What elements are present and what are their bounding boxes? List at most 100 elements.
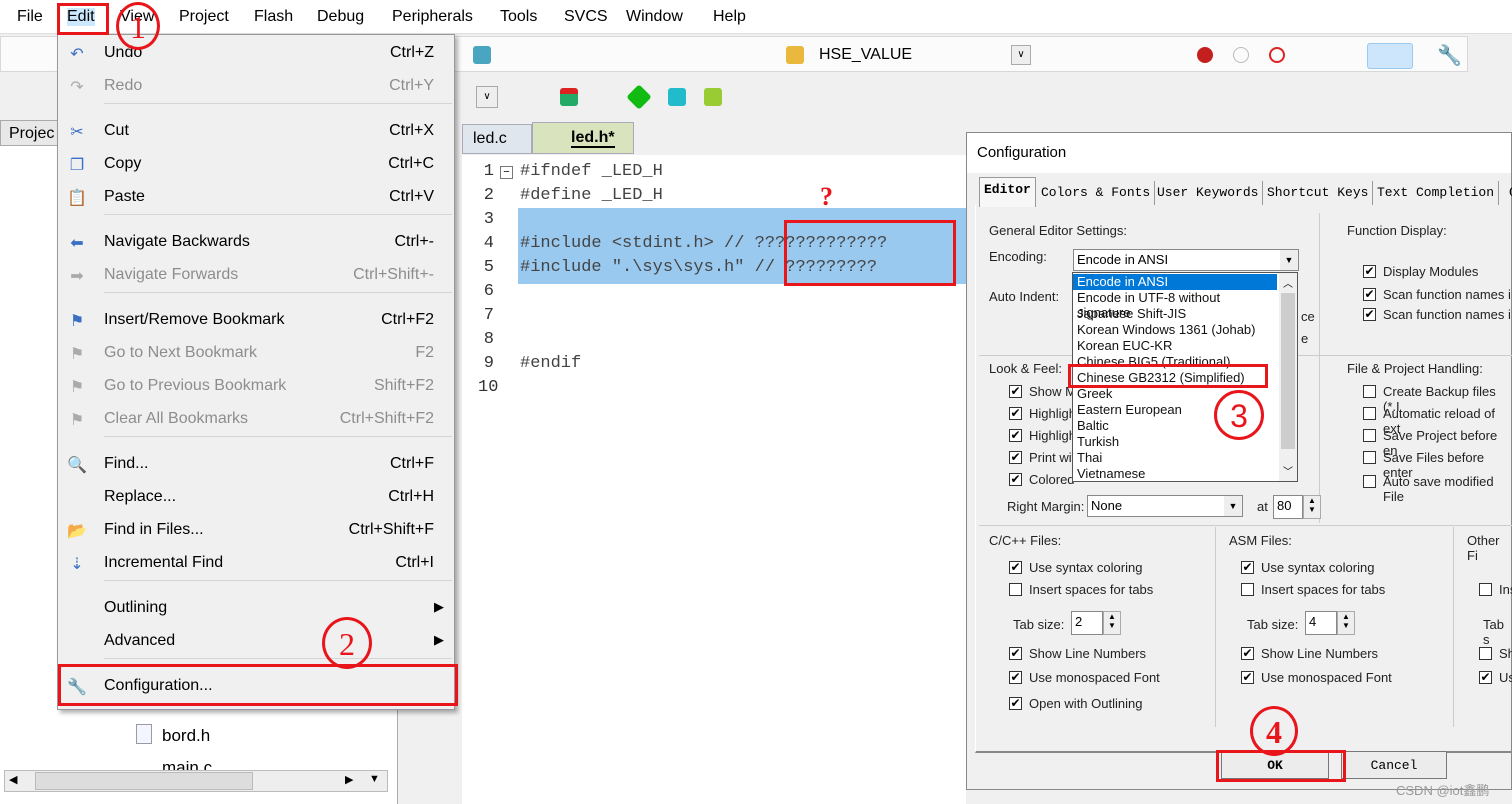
dropdown-scrollbar[interactable]: ︿ ﹀: [1279, 273, 1297, 481]
tab-shortcut-keys[interactable]: Shortcut Keys: [1263, 181, 1374, 205]
menu-item-find[interactable]: 🔍 Find... Ctrl+F: [58, 448, 454, 481]
horizontal-scrollbar[interactable]: ◀ ▶ ▼: [4, 770, 388, 792]
menu-item-insert-remove-bookmark[interactable]: ⚑ Insert/Remove Bookmark Ctrl+F2: [58, 304, 454, 337]
menu-item-navigate-forwards[interactable]: ➡ Navigate Forwards Ctrl+Shift+-: [58, 259, 454, 292]
checkbox[interactable]: ✔: [1479, 671, 1492, 684]
checkbox[interactable]: [1241, 583, 1254, 596]
scroll-right-icon[interactable]: ▶: [345, 773, 353, 786]
checkbox[interactable]: ✔: [1241, 561, 1254, 574]
tab-editor[interactable]: Editor: [979, 177, 1036, 207]
menu-item-outlining[interactable]: Outlining ▶: [58, 592, 454, 625]
menu-item-clear-all-bookmarks[interactable]: ⚑ Clear All Bookmarks Ctrl+Shift+F2: [58, 403, 454, 436]
checkbox[interactable]: [1479, 583, 1492, 596]
checkbox[interactable]: [1009, 583, 1022, 596]
cancel-button[interactable]: Cancel: [1341, 751, 1447, 779]
code-line[interactable]: #endif: [520, 354, 581, 373]
window-layout-icon[interactable]: [1367, 43, 1413, 69]
margin-spinner[interactable]: ▲ ▼: [1303, 495, 1321, 519]
menu-help[interactable]: Help: [713, 8, 746, 26]
checkbox[interactable]: ✔: [1009, 451, 1022, 464]
checkbox[interactable]: ✔: [1009, 647, 1022, 660]
chevron-down-icon[interactable]: ﹀: [1283, 463, 1293, 478]
select-packs-icon[interactable]: [668, 88, 686, 106]
right-margin-select[interactable]: None ▼: [1087, 495, 1243, 517]
encoding-select[interactable]: Encode in ANSI ▼: [1073, 249, 1299, 271]
checkbox[interactable]: ✔: [1241, 647, 1254, 660]
c-tab-spinner[interactable]: ▲ ▼: [1103, 611, 1121, 635]
checkbox[interactable]: ✔: [1009, 473, 1022, 486]
code-line[interactable]: #include <stdint.h> // ?????????????: [520, 234, 887, 253]
find-in-files-icon[interactable]: [786, 46, 804, 64]
checkbox[interactable]: [1363, 385, 1376, 398]
code-line[interactable]: #ifndef _LED_H: [520, 162, 663, 181]
right-margin-column[interactable]: 80: [1273, 495, 1303, 519]
kill-breakpoints-icon[interactable]: [1269, 47, 1285, 63]
checkbox[interactable]: ✔: [1241, 671, 1254, 684]
checkbox[interactable]: ✔: [1363, 308, 1376, 321]
checkbox[interactable]: ✔: [1009, 429, 1022, 442]
menu-debug[interactable]: Debug: [317, 8, 364, 26]
checkbox[interactable]: ✔: [1009, 561, 1022, 574]
menu-item-find-in-files[interactable]: 📂 Find in Files... Ctrl+Shift+F: [58, 514, 454, 547]
asm-tab-size-input[interactable]: 4: [1305, 611, 1337, 635]
checkbox[interactable]: [1479, 647, 1492, 660]
menu-project[interactable]: Project: [179, 8, 229, 26]
breakpoint-icon[interactable]: [1197, 47, 1213, 63]
menu-file[interactable]: File: [17, 8, 43, 26]
breakpoint-disabled-icon[interactable]: [1233, 47, 1249, 63]
menu-item-copy[interactable]: ❐ Copy Ctrl+C: [58, 148, 454, 181]
tab-user-keywords[interactable]: User Keywords: [1153, 181, 1264, 205]
manage-components-icon[interactable]: [560, 88, 578, 106]
tab-colors-fonts[interactable]: Colors & Fonts: [1037, 181, 1156, 205]
tab-led-h[interactable]: led.h*: [532, 122, 634, 154]
wrench-icon[interactable]: 🔧: [1437, 43, 1462, 68]
scroll-down-icon[interactable]: ▼: [369, 773, 380, 785]
scroll-left-icon[interactable]: ◀: [9, 773, 17, 786]
encoding-option[interactable]: Korean Windows 1361 (Johab): [1077, 322, 1277, 338]
menu-window[interactable]: Window: [626, 8, 683, 26]
encoding-option[interactable]: Encode in ANSI: [1073, 274, 1277, 290]
menu-svcs[interactable]: SVCS: [564, 8, 608, 26]
checkbox[interactable]: ✔: [1363, 288, 1376, 301]
checkbox[interactable]: [1363, 407, 1376, 420]
tree-item-bord-h[interactable]: bord.h: [162, 726, 210, 746]
menu-flash[interactable]: Flash: [254, 8, 293, 26]
menu-item-incremental-find[interactable]: ⇣ Incremental Find Ctrl+I: [58, 547, 454, 580]
menu-item-go-to-next-bookmark[interactable]: ⚑ Go to Next Bookmark F2: [58, 337, 454, 370]
scrollbar-thumb[interactable]: [1281, 293, 1295, 449]
menu-item-advanced[interactable]: Advanced ▶: [58, 625, 454, 658]
menu-item-redo[interactable]: ↷ Redo Ctrl+Y: [58, 70, 454, 103]
checkbox[interactable]: [1363, 429, 1376, 442]
menu-item-navigate-backwards[interactable]: ⬅ Navigate Backwards Ctrl+-: [58, 226, 454, 259]
checkbox[interactable]: ✔: [1009, 671, 1022, 684]
checkbox[interactable]: ✔: [1009, 697, 1022, 710]
tab-led-c[interactable]: led.c: [462, 124, 532, 154]
menu-peripherals[interactable]: Peripherals: [392, 8, 473, 26]
asm-tab-spinner[interactable]: ▲ ▼: [1337, 611, 1355, 635]
code-line[interactable]: #include ".\sys\sys.h" // ?????????: [520, 258, 877, 277]
fold-toggle-icon[interactable]: −: [500, 166, 513, 179]
chevron-down-icon[interactable]: ▼: [1224, 496, 1242, 516]
pack-installer-icon[interactable]: [626, 84, 652, 110]
checkbox[interactable]: [1363, 451, 1376, 464]
checkbox[interactable]: ✔: [1363, 265, 1376, 278]
find-combo-dropdown[interactable]: ∨: [1011, 45, 1031, 65]
checkbox[interactable]: ✔: [1009, 407, 1022, 420]
menu-item-cut[interactable]: ✂ Cut Ctrl+X: [58, 115, 454, 148]
c-tab-size-input[interactable]: 2: [1071, 611, 1103, 635]
encoding-option[interactable]: Korean EUC-KR: [1077, 338, 1277, 354]
menu-item-go-to-previous-bookmark[interactable]: ⚑ Go to Previous Bookmark Shift+F2: [58, 370, 454, 403]
checkbox[interactable]: ✔: [1009, 385, 1022, 398]
manage-rte-icon[interactable]: [704, 88, 722, 106]
bookmark-icon[interactable]: [473, 46, 491, 64]
target-dropdown[interactable]: ∨: [476, 86, 498, 108]
menu-item-paste[interactable]: 📋 Paste Ctrl+V: [58, 181, 454, 214]
tab-ot[interactable]: Ot: [1505, 181, 1512, 205]
chevron-up-icon[interactable]: ︿: [1283, 275, 1293, 290]
checkbox[interactable]: [1363, 475, 1376, 488]
menu-tools[interactable]: Tools: [500, 8, 537, 26]
project-tab[interactable]: Projec: [0, 120, 60, 146]
encoding-option[interactable]: Vietnamese: [1077, 466, 1277, 482]
code-line[interactable]: #define _LED_H: [520, 186, 663, 205]
scrollbar-thumb[interactable]: [35, 772, 253, 790]
